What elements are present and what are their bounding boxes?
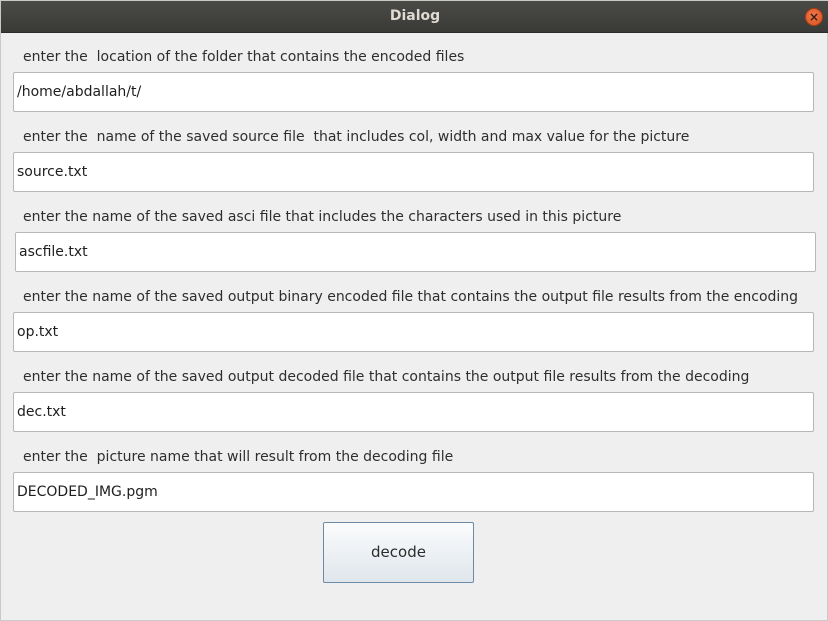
source-file-label: enter the name of the saved source file … [23,129,690,145]
source-file-input[interactable]: source.txt [13,152,814,192]
dialog-window: Dialog × enter the location of the folde… [0,0,828,621]
picture-name-input[interactable]: DECODED_IMG.pgm [13,472,814,512]
title-bar[interactable]: Dialog × [1,1,828,33]
picture-name-label: enter the picture name that will result … [23,449,454,465]
encoded-file-label: enter the name of the saved output binar… [23,289,799,305]
decoded-file-label: enter the name of the saved output decod… [23,369,750,385]
close-icon[interactable]: × [805,8,823,26]
asci-file-input[interactable]: ascfile.txt [15,232,816,272]
folder-location-label: enter the location of the folder that co… [23,49,465,65]
folder-location-input[interactable]: /home/abdallah/t/ [13,72,814,112]
window-title: Dialog [389,8,441,24]
decode-button[interactable]: decode [323,522,474,583]
asci-file-label: enter the name of the saved asci file th… [23,209,622,225]
encoded-file-input[interactable]: op.txt [13,312,814,352]
decoded-file-input[interactable]: dec.txt [13,392,814,432]
